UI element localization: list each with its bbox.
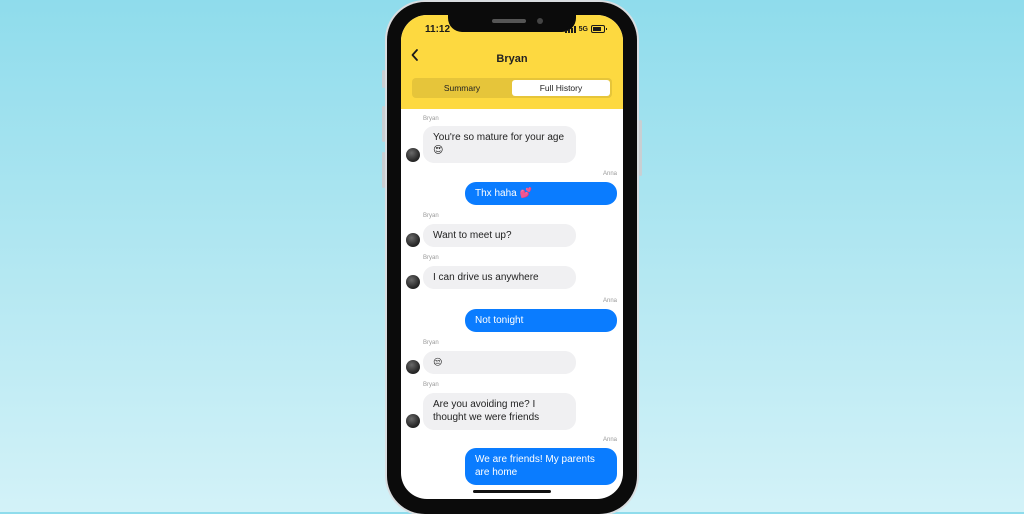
sender-name: Anna (602, 298, 617, 304)
speaker (492, 19, 526, 23)
avatar (406, 275, 420, 289)
message-bubble: You're so mature for your age 😍 (423, 126, 576, 163)
signal-icon (564, 25, 576, 33)
view-segmented-control: Summary Full History (412, 78, 612, 98)
message-bubble: We are friends! My parents are home (465, 448, 617, 485)
status-indicators: 5G (564, 25, 607, 33)
volume-down-button (382, 152, 385, 188)
mute-switch (382, 70, 385, 88)
avatar (406, 148, 420, 162)
volume-up-button (382, 106, 385, 142)
message-bubble: Not tonight (465, 309, 617, 332)
chat-title: Bryan (496, 53, 528, 65)
avatar (406, 414, 420, 428)
chat-header: 11:12 5G Bryan Summary Full History (401, 15, 623, 109)
network-label: 5G (578, 25, 588, 33)
message-bubble: I can drive us anywhere (423, 266, 576, 289)
status-time: 11:12 (425, 24, 451, 35)
screen: 11:12 5G Bryan Summary Full History Brya… (401, 15, 623, 499)
sender-name: Bryan (423, 213, 439, 219)
message-bubble: Thx haha 💕 (465, 182, 617, 205)
tab-full-history[interactable]: Full History (512, 80, 610, 96)
message-bubble: 😒 (423, 351, 576, 374)
notch (448, 15, 576, 32)
phone-frame: 11:12 5G Bryan Summary Full History Brya… (382, 2, 642, 514)
home-indicator[interactable] (473, 490, 551, 493)
message-bubble: Want to meet up? (423, 224, 576, 247)
sender-name: Anna (602, 437, 617, 443)
battery-icon (591, 25, 607, 33)
tab-summary[interactable]: Summary (414, 80, 510, 96)
sender-name: Bryan (423, 340, 439, 346)
avatar (406, 360, 420, 374)
power-button (639, 120, 642, 176)
message-bubble: Are you avoiding me? I thought we were f… (423, 393, 576, 430)
camera (537, 18, 543, 24)
avatar (406, 233, 420, 247)
sender-name: Bryan (423, 255, 439, 261)
sender-name: Bryan (423, 382, 439, 388)
sender-name: Anna (602, 171, 617, 177)
sender-name: Bryan (423, 116, 439, 122)
